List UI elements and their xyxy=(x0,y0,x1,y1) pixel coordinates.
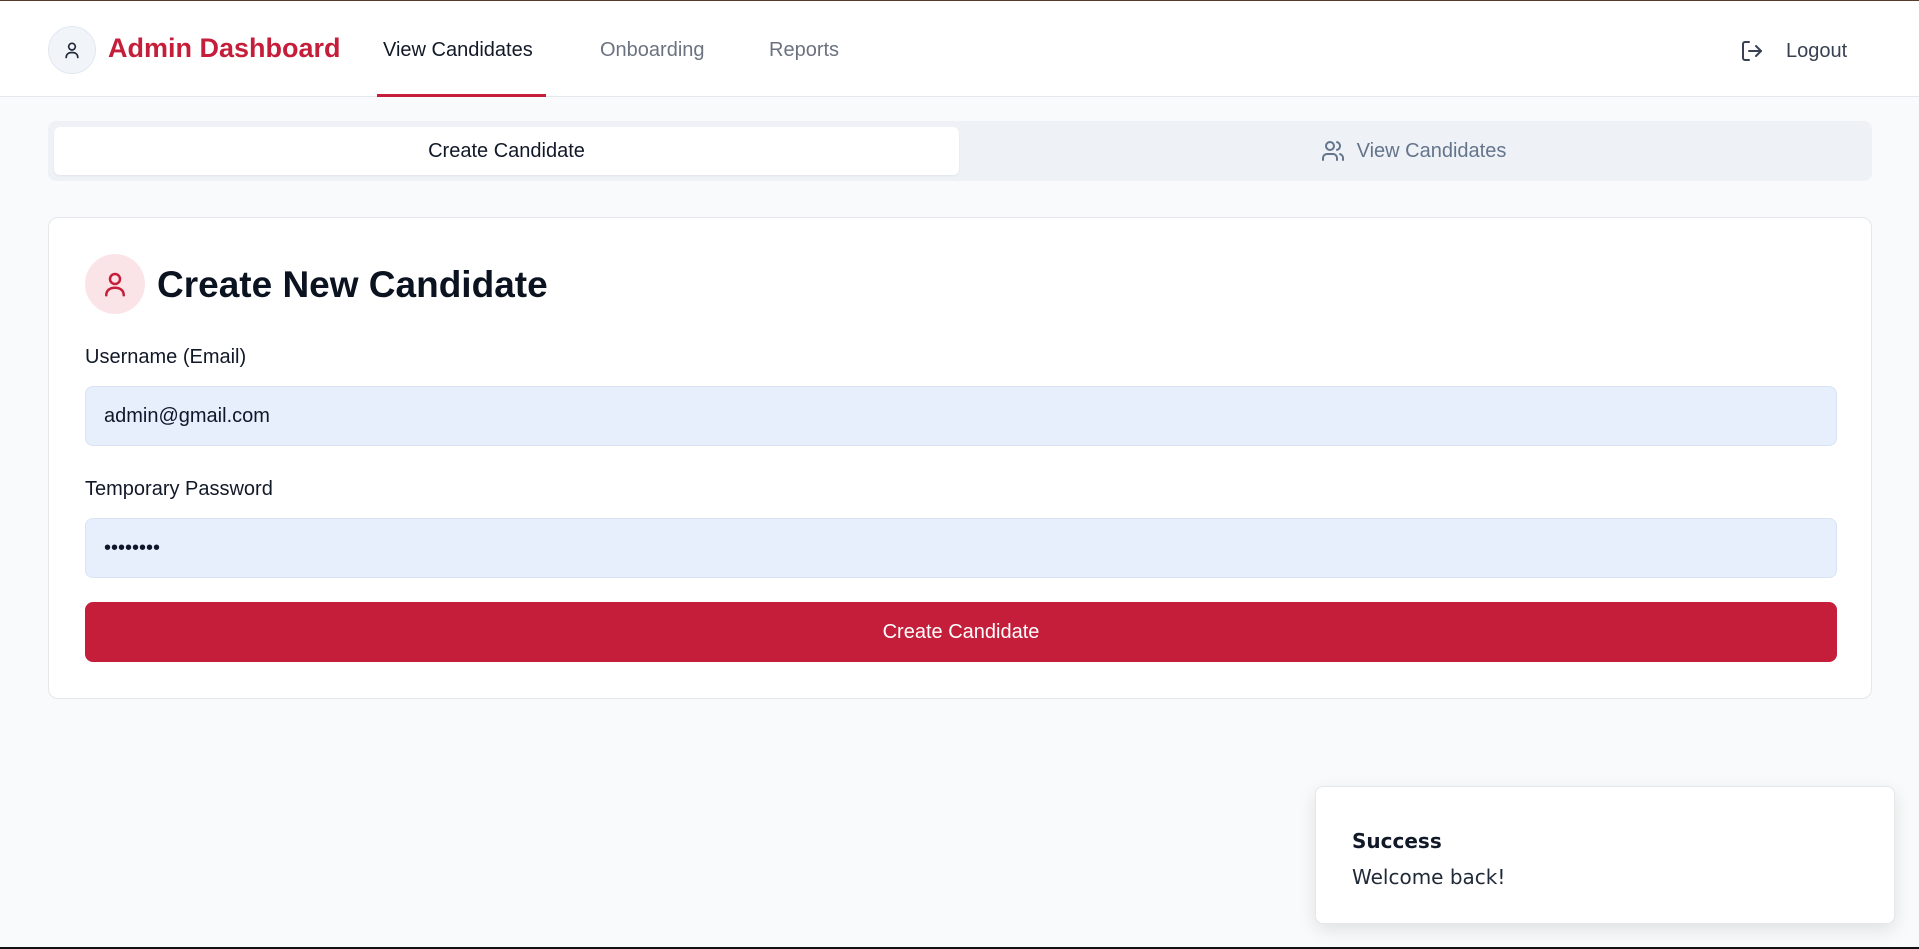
users-icon xyxy=(1321,141,1344,161)
tab-view-candidates[interactable]: View Candidates xyxy=(961,127,1866,175)
tab-switcher: Create Candidate View Candidates xyxy=(48,121,1872,181)
top-header: Admin Dashboard View Candidates Onboardi… xyxy=(0,1,1919,97)
active-nav-indicator xyxy=(377,94,546,97)
nav-view-candidates[interactable]: View Candidates xyxy=(383,39,533,62)
tab-create-candidate-label: Create Candidate xyxy=(428,139,585,162)
user-icon xyxy=(105,272,125,297)
password-input[interactable] xyxy=(85,518,1837,578)
success-toast: Success Welcome back! xyxy=(1315,786,1895,924)
tab-create-candidate[interactable]: Create Candidate xyxy=(54,127,959,175)
brand-avatar xyxy=(48,26,96,74)
logout-label: Logout xyxy=(1786,39,1848,62)
create-candidate-card: Create New Candidate Username (Email) Te… xyxy=(48,217,1872,699)
username-label: Username (Email) xyxy=(85,346,247,368)
user-icon xyxy=(65,42,79,59)
logout-icon xyxy=(1742,41,1762,61)
nav-onboarding[interactable]: Onboarding xyxy=(600,39,705,62)
create-candidate-button[interactable]: Create Candidate xyxy=(85,602,1837,662)
toast-title: Success xyxy=(1352,829,1442,853)
card-icon-badge xyxy=(85,254,145,314)
nav-reports[interactable]: Reports xyxy=(769,39,839,62)
page-title: Create New Candidate xyxy=(157,264,548,305)
password-label: Temporary Password xyxy=(85,478,273,500)
tab-view-candidates-label: View Candidates xyxy=(1356,139,1507,162)
username-input[interactable] xyxy=(85,386,1837,446)
toast-message: Welcome back! xyxy=(1352,865,1506,889)
brand-title: Admin Dashboard xyxy=(108,33,341,63)
logout-button[interactable]: Logout xyxy=(1740,37,1847,65)
